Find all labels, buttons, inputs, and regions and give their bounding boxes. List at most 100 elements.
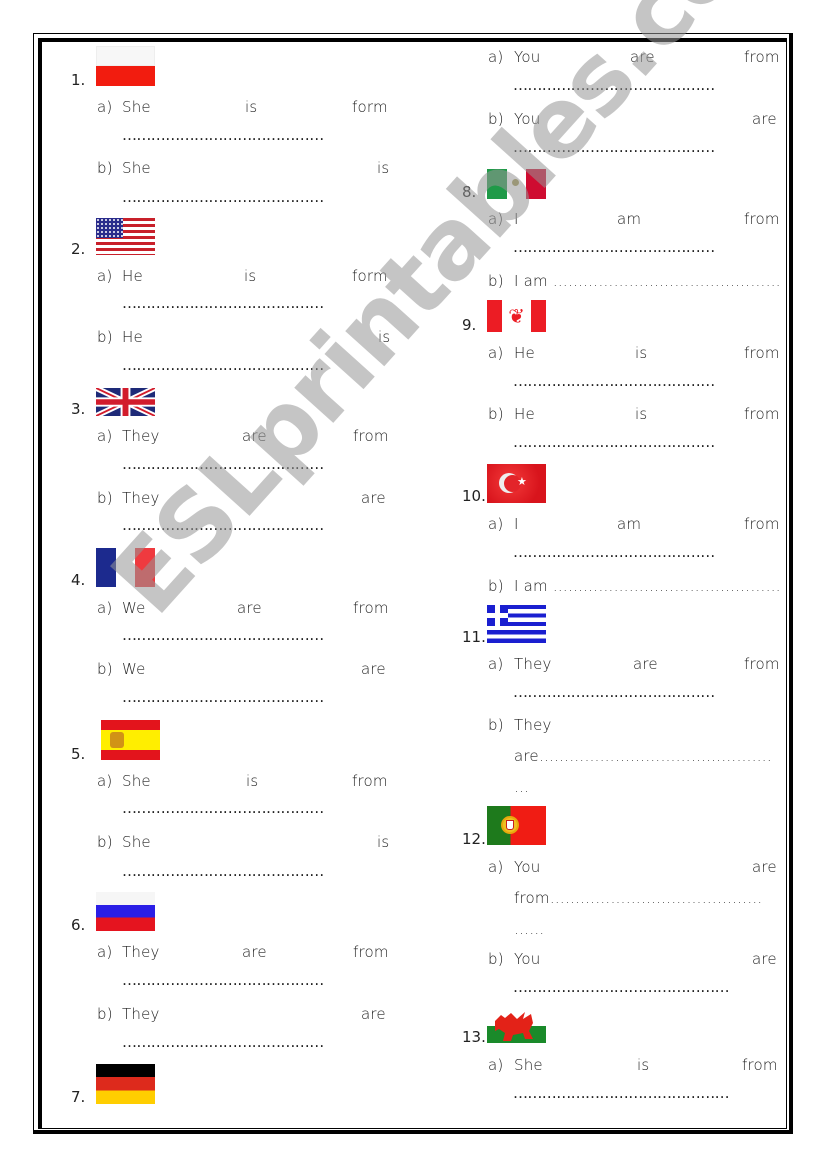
sentence-word: are bbox=[361, 660, 386, 678]
sentence-label: b) bbox=[488, 405, 504, 423]
sentence-word: is bbox=[377, 159, 390, 177]
answer-blank[interactable]: …………………………………… bbox=[122, 862, 352, 880]
answer-blank[interactable]: …………………………………… bbox=[122, 516, 352, 534]
sentence-label: a) bbox=[488, 858, 504, 876]
sentence-word: They bbox=[122, 427, 160, 445]
answer-blank[interactable]: …………………………………… bbox=[122, 688, 352, 706]
spain-flag-icon bbox=[101, 720, 160, 760]
item-number: 6. bbox=[71, 916, 86, 934]
usa-flag-icon bbox=[96, 218, 155, 255]
answer-blank[interactable]: …………………………………… bbox=[513, 543, 741, 561]
sentence-with-blank[interactable]: I am ………………………………………. bbox=[514, 577, 780, 595]
greece-flag-icon bbox=[487, 605, 546, 643]
sentence-label: a) bbox=[488, 210, 504, 228]
answer-blank[interactable]: …………………………………… bbox=[513, 76, 741, 94]
answer-blank[interactable]: …………………………………… bbox=[122, 626, 352, 644]
sentence-word: are bbox=[237, 599, 262, 617]
sentence-word: are bbox=[361, 1005, 386, 1023]
sentence-with-blank[interactable]: are………………………………………. bbox=[514, 747, 776, 765]
sentence-word: from bbox=[744, 655, 780, 673]
sentence-word: She bbox=[514, 1056, 543, 1074]
sentence-label: a) bbox=[97, 267, 113, 285]
canada-flag-icon: ❦ bbox=[487, 300, 546, 332]
sentence-word: are bbox=[752, 110, 777, 128]
sentence-word: They bbox=[122, 489, 160, 507]
sentence-label: a) bbox=[97, 98, 113, 116]
sentence-word: He bbox=[122, 267, 143, 285]
sentence-word: is bbox=[637, 1056, 650, 1074]
answer-blank[interactable]: …………………………………… bbox=[513, 138, 741, 156]
sentence-word: is bbox=[377, 833, 390, 851]
sentence-label: a) bbox=[97, 427, 113, 445]
russia-flag-icon bbox=[96, 892, 155, 931]
item-number: 11. bbox=[462, 628, 486, 646]
sentence-word: She bbox=[122, 772, 151, 790]
sentence-label: b) bbox=[488, 272, 504, 290]
sentence-word: She bbox=[122, 833, 151, 851]
sentence-word: from bbox=[352, 772, 388, 790]
sentence-word: from bbox=[353, 427, 389, 445]
sentence-word: is bbox=[246, 772, 259, 790]
sentence-label: b) bbox=[488, 716, 504, 734]
sentence-word: from bbox=[744, 344, 780, 362]
sentence-label: b) bbox=[97, 328, 113, 346]
sentence-word: He bbox=[514, 344, 535, 362]
sentence-word: He bbox=[122, 328, 143, 346]
mexico-flag-icon bbox=[487, 169, 546, 199]
sentence-word: They bbox=[122, 1005, 160, 1023]
portugal-flag-icon bbox=[487, 806, 546, 845]
answer-blank[interactable]: …………………………………… bbox=[513, 238, 741, 256]
sentence-word: from bbox=[353, 599, 389, 617]
sentence-word: from bbox=[742, 1056, 778, 1074]
item-number: 9. bbox=[462, 316, 477, 334]
sentence-with-blank[interactable]: from…………………………………… bbox=[514, 889, 770, 907]
wales-flag-icon bbox=[487, 1009, 546, 1043]
item-number: 3. bbox=[71, 400, 86, 418]
sentence-label: a) bbox=[97, 599, 113, 617]
sentence-word: are bbox=[242, 427, 267, 445]
answer-blank[interactable]: …………………………………… bbox=[122, 294, 352, 312]
sentence-word: are bbox=[752, 858, 777, 876]
sentence-label: a) bbox=[488, 515, 504, 533]
answer-blank[interactable]: …………………………………… bbox=[513, 433, 741, 451]
sentence-label: b) bbox=[97, 833, 113, 851]
answer-blank-continuation[interactable]: …… bbox=[514, 920, 544, 938]
answer-blank-continuation[interactable]: … bbox=[514, 778, 529, 796]
item-number: 12. bbox=[462, 830, 486, 848]
sentence-word: She bbox=[122, 98, 151, 116]
sentence-word: is bbox=[635, 344, 648, 362]
answer-blank[interactable]: …………………………………… bbox=[122, 1033, 352, 1051]
sentence-word: They bbox=[514, 716, 552, 734]
sentence-word: is bbox=[635, 405, 648, 423]
sentence-word: is bbox=[245, 98, 258, 116]
item-number: 5. bbox=[71, 745, 86, 763]
sentence-label: b) bbox=[488, 950, 504, 968]
turkey-flag-icon: ★ bbox=[487, 464, 546, 503]
answer-blank[interactable]: …………………………………… bbox=[122, 455, 352, 473]
answer-blank[interactable]: …………………………………… bbox=[122, 356, 352, 374]
answer-blank[interactable]: ……………………………………… bbox=[513, 1084, 765, 1102]
sentence-with-blank[interactable]: I am ………………………………………. bbox=[514, 272, 780, 290]
sentence-word: from bbox=[744, 210, 780, 228]
sentence-word: from bbox=[744, 48, 780, 66]
item-number: 8. bbox=[462, 183, 477, 201]
answer-blank[interactable]: …………………………………… bbox=[122, 126, 352, 144]
sentence-word: am bbox=[617, 515, 642, 533]
sentence-word: is bbox=[378, 328, 391, 346]
sentence-label: b) bbox=[488, 110, 504, 128]
sentence-word: from bbox=[744, 405, 780, 423]
sentence-word: are bbox=[361, 489, 386, 507]
sentence-word: We bbox=[122, 599, 146, 617]
sentence-word: They bbox=[122, 943, 160, 961]
answer-blank[interactable]: …………………………………… bbox=[513, 372, 741, 390]
answer-blank[interactable]: …………………………………… bbox=[122, 188, 352, 206]
answer-blank[interactable]: …………………………………… bbox=[122, 971, 352, 989]
sentence-word: is bbox=[244, 267, 257, 285]
sentence-word: She bbox=[122, 159, 151, 177]
answer-blank[interactable]: …………………………………… bbox=[513, 683, 741, 701]
item-number: 7. bbox=[71, 1088, 86, 1106]
sentence-label: a) bbox=[488, 655, 504, 673]
answer-blank[interactable]: …………………………………… bbox=[122, 799, 352, 817]
sentence-label: a) bbox=[488, 1056, 504, 1074]
answer-blank[interactable]: ……………………………………… bbox=[513, 978, 765, 996]
